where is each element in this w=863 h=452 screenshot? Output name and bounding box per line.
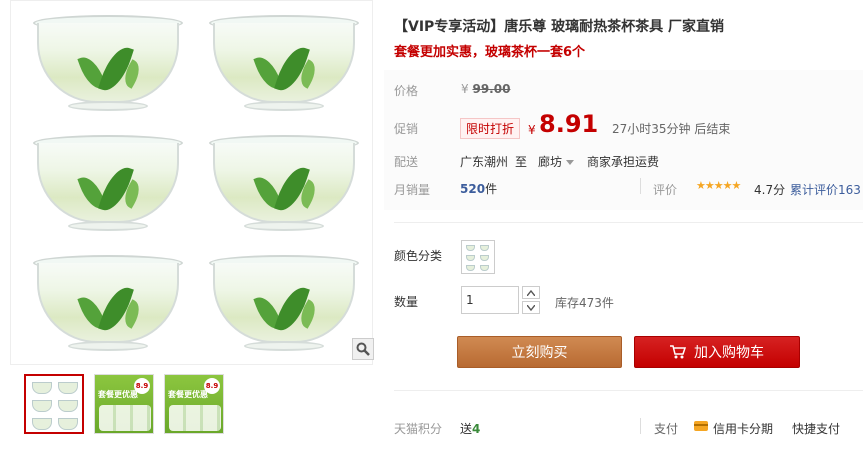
ship-to-word: 至 <box>515 155 528 169</box>
glass-cup-image <box>209 135 359 235</box>
chevron-down-icon <box>527 304 535 311</box>
section-divider <box>394 222 863 223</box>
divider <box>640 178 641 194</box>
ship-from: 广东潮州 <box>460 155 509 169</box>
discount-badge: 限时打折 <box>460 118 521 139</box>
quantity-input[interactable] <box>461 286 519 314</box>
qty-decrease-button[interactable] <box>522 301 540 314</box>
qty-label: 数量 <box>394 295 419 309</box>
chevron-up-icon <box>527 289 535 296</box>
glass-cup-image <box>33 135 183 235</box>
add-to-cart-button[interactable]: 加入购物车 <box>634 336 800 368</box>
rating-score: 4.7分 <box>754 183 786 197</box>
monthly-sales: 520件 <box>460 182 498 196</box>
rating-label: 评价 <box>653 183 678 197</box>
glass-cup-image <box>209 15 359 115</box>
color-swatch[interactable] <box>461 240 495 274</box>
buy-now-button[interactable]: 立刻购买 <box>457 336 622 368</box>
product-subtitle: 套餐更加实惠，玻璃茶杯一套6个 <box>394 45 586 60</box>
sale-price: 8.91 <box>539 110 599 138</box>
glass-cup-image <box>209 255 359 355</box>
promo-title: 套餐更优惠 <box>168 390 208 399</box>
points-value: 送4 <box>460 422 481 436</box>
thumbnail-strip: 8.9 套餐更优惠 8.9 套餐更优惠 <box>24 374 224 436</box>
reviews-link[interactable]: 累计评价163 <box>790 181 861 198</box>
section-divider <box>394 390 863 391</box>
sale-currency: ¥ <box>528 123 536 137</box>
credit-card-icon <box>694 421 708 431</box>
color-label: 颜色分类 <box>394 249 443 263</box>
price-label: 价格 <box>394 84 419 98</box>
qty-increase-button[interactable] <box>522 286 540 299</box>
divider <box>640 418 641 434</box>
pay-label: 支付 <box>654 422 679 436</box>
ship-to-select[interactable]: 廊坊 <box>538 153 575 170</box>
thumbnail-promo-2[interactable]: 8.9 套餐更优惠 <box>164 374 224 434</box>
cart-icon <box>670 345 686 359</box>
zoom-icon[interactable] <box>352 338 374 360</box>
product-title: 【VIP专享活动】唐乐尊 玻璃耐热茶杯茶具 厂家直销 <box>394 19 725 35</box>
promo-label: 促销 <box>394 122 419 136</box>
glass-cup-image <box>33 15 183 115</box>
chevron-down-icon <box>566 160 575 165</box>
thumbnail-cups[interactable] <box>24 374 84 434</box>
add-to-cart-label: 加入购物车 <box>694 345 764 361</box>
countdown-timer: 27小时35分钟 后结束 <box>612 122 731 136</box>
glass-cup-image <box>33 255 183 355</box>
product-main-image[interactable] <box>10 0 373 365</box>
shipping-label: 配送 <box>394 155 419 169</box>
stock-count: 库存473件 <box>555 296 614 310</box>
ship-to-city: 廊坊 <box>538 155 563 169</box>
quick-pay-link[interactable]: 快捷支付 <box>792 420 840 437</box>
sales-label: 月销量 <box>394 183 431 197</box>
original-price: ¥ 99.00 <box>461 82 511 96</box>
points-label: 天猫积分 <box>394 422 443 436</box>
shipping-note: 商家承担运费 <box>587 155 660 169</box>
credit-installment-link[interactable]: 信用卡分期 <box>713 420 773 437</box>
promo-title: 套餐更优惠 <box>98 390 138 399</box>
rating-stars: ★★★★★ <box>696 179 741 192</box>
thumbnail-promo-1[interactable]: 8.9 套餐更优惠 <box>94 374 154 434</box>
